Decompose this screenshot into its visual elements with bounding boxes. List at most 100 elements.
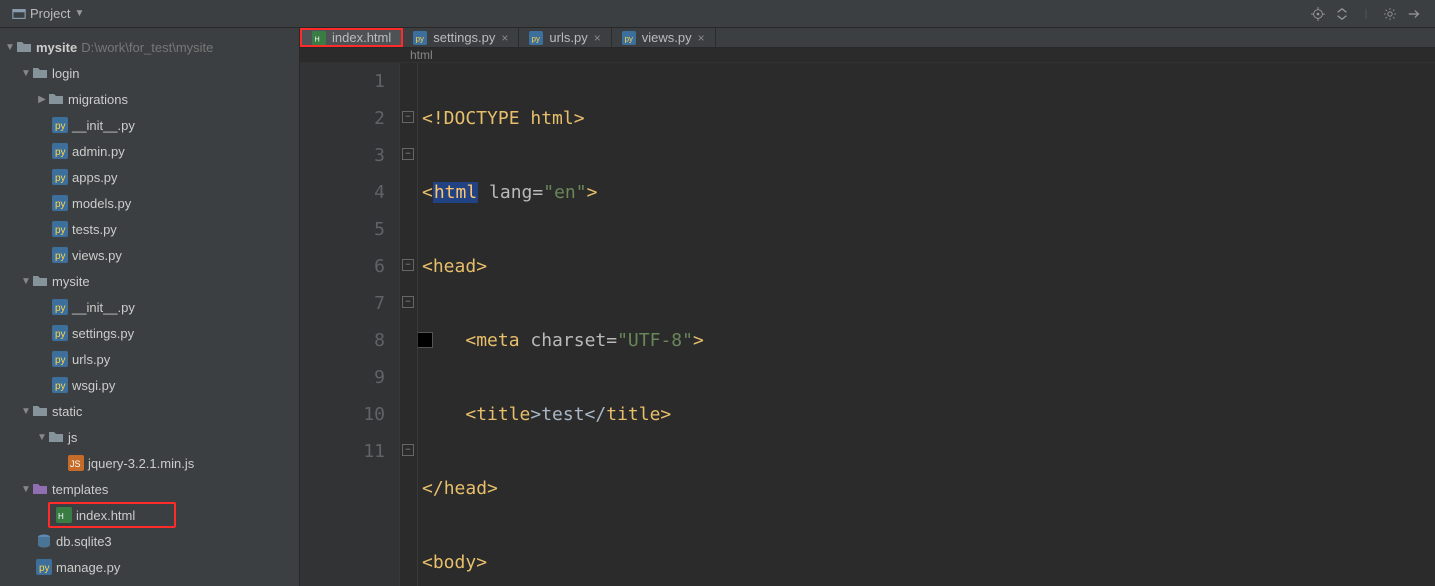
- python-file-icon: py: [529, 31, 543, 45]
- fold-marker[interactable]: −: [402, 111, 414, 123]
- fold-column: − − − − −: [400, 63, 418, 586]
- svg-text:py: py: [55, 147, 66, 158]
- tree-file-init[interactable]: py__init__.py: [0, 112, 299, 138]
- tab-index-html[interactable]: H index.html: [300, 28, 403, 47]
- js-file-icon: JS: [68, 455, 84, 471]
- breadcrumb-item: html: [410, 48, 433, 62]
- fold-marker[interactable]: −: [402, 296, 414, 308]
- tab-label: urls.py: [549, 30, 587, 45]
- editor-area: H index.html py settings.py × py urls.py…: [300, 28, 1435, 586]
- html-file-icon: H: [312, 31, 326, 45]
- fold-marker[interactable]: −: [402, 444, 414, 456]
- database-file-icon: [36, 533, 52, 549]
- folder-icon: [32, 403, 48, 419]
- svg-text:py: py: [55, 121, 66, 132]
- svg-text:H: H: [315, 36, 320, 43]
- python-file-icon: py: [413, 31, 427, 45]
- hide-icon[interactable]: [1407, 7, 1421, 21]
- svg-text:py: py: [55, 173, 66, 184]
- tab-label: views.py: [642, 30, 692, 45]
- tree-folder-static[interactable]: ▼static: [0, 398, 299, 424]
- python-file-icon: py: [52, 351, 68, 367]
- project-dropdown[interactable]: Project ▼: [6, 4, 90, 23]
- editor-tab-bar: H index.html py settings.py × py urls.py…: [300, 28, 1435, 48]
- python-file-icon: py: [52, 377, 68, 393]
- tree-file-apps[interactable]: pyapps.py: [0, 164, 299, 190]
- gear-icon[interactable]: [1383, 7, 1397, 21]
- tab-label: settings.py: [433, 30, 495, 45]
- svg-text:py: py: [55, 251, 66, 262]
- fold-marker[interactable]: −: [402, 148, 414, 160]
- svg-text:H: H: [58, 512, 64, 521]
- svg-text:py: py: [55, 303, 66, 314]
- tree-folder-js[interactable]: ▼js: [0, 424, 299, 450]
- locate-icon[interactable]: [1311, 7, 1325, 21]
- folder-icon: [16, 39, 32, 55]
- python-file-icon: py: [52, 143, 68, 159]
- divider: [1359, 7, 1373, 21]
- svg-text:py: py: [624, 34, 632, 43]
- svg-text:py: py: [55, 225, 66, 236]
- tree-file-models[interactable]: pymodels.py: [0, 190, 299, 216]
- tree-file-index-html[interactable]: Hindex.html: [48, 502, 176, 528]
- python-file-icon: py: [52, 325, 68, 341]
- main-split: ▼ mysite D:\work\for_test\mysite ▼ login…: [0, 28, 1435, 586]
- folder-icon: [48, 429, 64, 445]
- tab-views-py[interactable]: py views.py ×: [612, 28, 716, 47]
- collapse-icon[interactable]: [1335, 7, 1349, 21]
- close-icon[interactable]: ×: [594, 31, 601, 45]
- python-file-icon: py: [622, 31, 636, 45]
- close-icon[interactable]: ×: [698, 31, 705, 45]
- toolbar-icons: [1311, 7, 1429, 21]
- tree-file-db[interactable]: db.sqlite3: [0, 528, 299, 554]
- tree-root-path: D:\work\for_test\mysite: [81, 40, 213, 55]
- svg-text:JS: JS: [70, 459, 81, 469]
- tree-folder-templates[interactable]: ▼templates: [0, 476, 299, 502]
- svg-text:py: py: [55, 381, 66, 392]
- folder-icon: [48, 91, 64, 107]
- folder-icon: [32, 481, 48, 497]
- svg-text:py: py: [55, 329, 66, 340]
- tree-file-init2[interactable]: py__init__.py: [0, 294, 299, 320]
- svg-text:py: py: [39, 563, 50, 574]
- tree-folder-login[interactable]: ▼ login: [0, 60, 299, 86]
- python-file-icon: py: [52, 247, 68, 263]
- python-file-icon: py: [52, 221, 68, 237]
- html-file-icon: H: [56, 507, 72, 523]
- tree-root[interactable]: ▼ mysite D:\work\for_test\mysite: [0, 34, 299, 60]
- svg-text:py: py: [55, 199, 66, 210]
- tree-root-label: mysite: [36, 40, 77, 55]
- close-icon[interactable]: ×: [501, 31, 508, 45]
- project-label: Project: [30, 6, 70, 21]
- tree-file-tests[interactable]: pytests.py: [0, 216, 299, 242]
- python-file-icon: py: [52, 169, 68, 185]
- tree-file-manage[interactable]: pymanage.py: [0, 554, 299, 580]
- tab-urls-py[interactable]: py urls.py ×: [519, 28, 611, 47]
- tree-folder-migrations[interactable]: ▶ migrations: [0, 86, 299, 112]
- fold-marker[interactable]: −: [402, 259, 414, 271]
- folder-icon: [32, 273, 48, 289]
- tree-file-wsgi[interactable]: pywsgi.py: [0, 372, 299, 398]
- svg-text:py: py: [416, 34, 424, 43]
- breadcrumb[interactable]: html: [300, 48, 1435, 63]
- tab-settings-py[interactable]: py settings.py ×: [403, 28, 519, 47]
- tree-file-urls[interactable]: pyurls.py: [0, 346, 299, 372]
- tree-folder-mysite[interactable]: ▼mysite: [0, 268, 299, 294]
- code-editor[interactable]: 1 2 3 4 5 6 7 8 9 10 11 −: [300, 63, 1435, 586]
- project-tree-panel[interactable]: ▼ mysite D:\work\for_test\mysite ▼ login…: [0, 28, 300, 586]
- python-file-icon: py: [36, 559, 52, 575]
- tree-file-jquery[interactable]: JSjquery-3.2.1.min.js: [0, 450, 299, 476]
- tree-file-admin[interactable]: pyadmin.py: [0, 138, 299, 164]
- line-number-gutter: 1 2 3 4 5 6 7 8 9 10 11: [300, 63, 400, 586]
- project-icon: [12, 7, 26, 21]
- tab-label: index.html: [332, 30, 391, 45]
- chevron-down-icon: ▼: [74, 8, 84, 19]
- folder-icon: [32, 65, 48, 81]
- code-content[interactable]: <!DOCTYPE html> <html lang="en"> <head> …: [418, 63, 1435, 586]
- project-toolbar: Project ▼: [0, 0, 1435, 28]
- tree-file-views[interactable]: pyviews.py: [0, 242, 299, 268]
- python-file-icon: py: [52, 117, 68, 133]
- svg-text:py: py: [532, 34, 540, 43]
- python-file-icon: py: [52, 195, 68, 211]
- tree-file-settings[interactable]: pysettings.py: [0, 320, 299, 346]
